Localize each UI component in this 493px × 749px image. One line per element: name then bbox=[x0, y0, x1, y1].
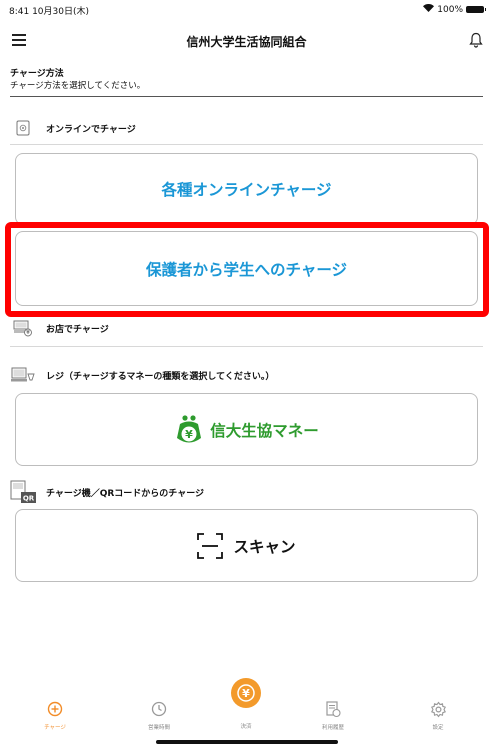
header-divider bbox=[10, 96, 483, 97]
tab-business-hours-label: 営業時間 bbox=[147, 725, 170, 731]
charge-method-subtitle: チャージ方法を選択してください。 bbox=[10, 81, 146, 91]
online-divider bbox=[10, 144, 483, 145]
page-title: 信州大学生活協同組合 bbox=[186, 35, 307, 49]
tab-settings[interactable]: 設定 bbox=[403, 684, 473, 731]
online-device-icon bbox=[10, 119, 36, 137]
scan-button[interactable]: スキャン bbox=[15, 509, 478, 582]
online-charge-label: オンラインでチャージ bbox=[10, 116, 483, 140]
online-charge-button[interactable]: 各種オンラインチャージ bbox=[15, 153, 478, 225]
svg-text:¥: ¥ bbox=[26, 330, 30, 336]
receipt-icon bbox=[298, 696, 368, 722]
nav-bar: 信州大学生活協同組合 bbox=[0, 24, 493, 58]
register-terminal-icon bbox=[10, 366, 36, 384]
tab-payment-label: 決済 bbox=[240, 724, 252, 730]
status-bar: 8:41 10月30日(木) 100% bbox=[0, 0, 493, 20]
machine-qr-label: QR チャージ機／QRコードからのチャージ bbox=[10, 480, 483, 504]
shindai-coop-money-button[interactable]: ¥ 信大生協マネー bbox=[15, 393, 478, 466]
battery-icon bbox=[466, 6, 486, 13]
register-text: レジ（チャージするマネーの種類を選択してください。） bbox=[46, 371, 275, 382]
plus-circle-icon bbox=[20, 696, 90, 722]
online-charge-text: オンラインでチャージ bbox=[46, 124, 136, 135]
machine-qr-text: チャージ機／QRコードからのチャージ bbox=[46, 488, 205, 499]
store-charge-label: ¥ お店でチャージ bbox=[10, 316, 483, 340]
parent-to-student-button-label: 保護者から学生へのチャージ bbox=[145, 260, 348, 279]
tab-charge[interactable]: チャージ bbox=[20, 684, 90, 731]
status-indicators: 100% bbox=[423, 4, 486, 15]
home-indicator bbox=[156, 740, 338, 744]
charge-machine-qr-icon: QR bbox=[10, 480, 36, 503]
tab-history-label: 利用履歴 bbox=[321, 725, 344, 731]
coin-purse-icon: ¥ bbox=[177, 414, 202, 442]
money-icon-glyph: ¥ bbox=[185, 428, 193, 441]
tab-history[interactable]: 利用履歴 bbox=[298, 684, 368, 731]
status-time: 8:41 10月30日(木) bbox=[9, 7, 89, 17]
gear-icon bbox=[403, 696, 473, 722]
tab-charge-label: チャージ bbox=[44, 725, 66, 731]
qr-badge-text: QR bbox=[23, 495, 35, 503]
register-label: レジ（チャージするマネーの種類を選択してください。） bbox=[10, 363, 483, 387]
battery-percent: 100% bbox=[437, 4, 463, 15]
scan-frame-icon bbox=[197, 532, 224, 559]
scan-button-label: スキャン bbox=[233, 537, 296, 556]
tab-business-hours[interactable]: 営業時間 bbox=[124, 684, 194, 731]
store-charge-text: お店でチャージ bbox=[46, 324, 109, 335]
wifi-icon bbox=[423, 4, 435, 15]
svg-text:¥: ¥ bbox=[242, 687, 250, 700]
store-divider bbox=[10, 346, 483, 347]
parent-to-student-charge-button[interactable]: 保護者から学生へのチャージ bbox=[15, 231, 478, 306]
money-button-content: ¥ 信大生協マネー bbox=[174, 414, 319, 446]
online-charge-button-label: 各種オンラインチャージ bbox=[161, 181, 332, 199]
money-button-label: 信大生協マネー bbox=[210, 421, 319, 440]
charge-method-header: チャージ方法 チャージ方法を選択してください。 bbox=[10, 68, 483, 92]
store-register-icon: ¥ bbox=[10, 319, 36, 337]
clock-icon bbox=[124, 696, 194, 722]
charge-method-title: チャージ方法 bbox=[10, 69, 64, 79]
yen-circle-icon: ¥ bbox=[231, 678, 261, 708]
bell-icon[interactable] bbox=[469, 32, 483, 48]
tab-settings-label: 設定 bbox=[432, 725, 444, 731]
scan-button-content: スキャン bbox=[197, 532, 296, 559]
tab-payment[interactable]: ¥ 決済 bbox=[211, 678, 281, 730]
